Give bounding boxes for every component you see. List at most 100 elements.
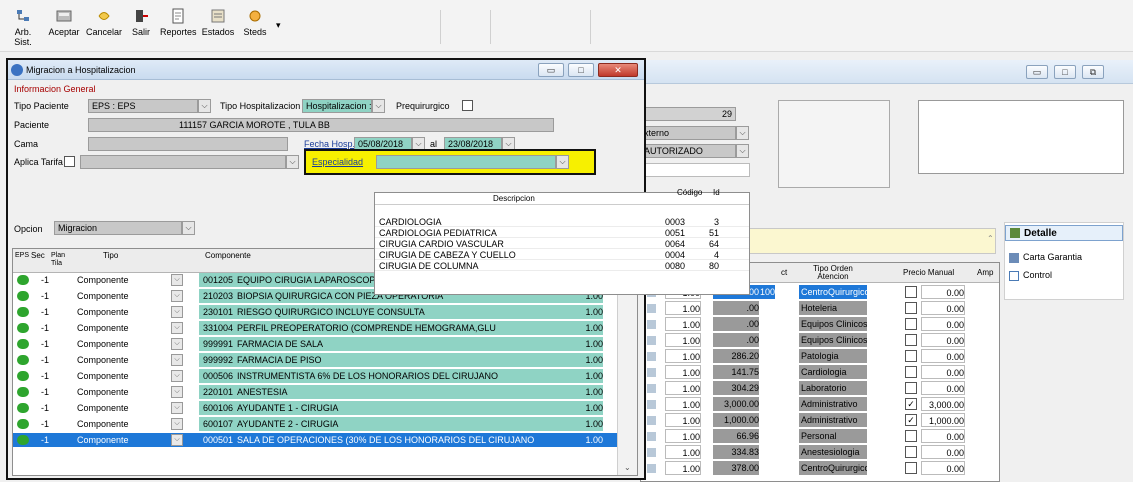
- table-row[interactable]: 1.00 .00 Hoteleria 0.00: [641, 301, 999, 315]
- table-row[interactable]: 1.00 141.75 Cardiologia 0.00: [641, 365, 999, 379]
- chevron-down-icon[interactable]: ⌵: [171, 290, 183, 302]
- detalle-tab[interactable]: Detalle: [1005, 225, 1123, 241]
- componente-cell[interactable]: 230101 RIESGO QUIRURGICO INCLUYE CONSULTA: [199, 305, 573, 319]
- close-button[interactable]: ✕: [598, 63, 638, 77]
- aceptar-button[interactable]: Aceptar: [46, 8, 82, 48]
- chevron-down-icon[interactable]: ⌵: [171, 370, 183, 382]
- table-row[interactable]: 1.00 3,000.00 Administrativo ✓ 3,000.00: [641, 397, 999, 411]
- cancelar-button[interactable]: Cancelar: [86, 8, 122, 48]
- carta-garantia-tab[interactable]: Carta Garantia: [1005, 251, 1123, 265]
- chevron-down-icon[interactable]: ⌵: [171, 418, 183, 430]
- chevron-down-icon[interactable]: ⌵: [372, 99, 385, 113]
- table-row[interactable]: -1 Componente ⌵ 999991 FARMACIA DE SALA 1.00: [13, 337, 617, 351]
- scroll-down-icon[interactable]: ⌄: [624, 463, 631, 472]
- chevron-down-icon[interactable]: ⌵: [556, 155, 569, 169]
- dropdown-item[interactable]: CIRUGIA DE CABEZA Y CUELLO 0004 4: [375, 250, 749, 260]
- componente-cell[interactable]: 000506 INSTRUMENTISTA 6% DE LOS HONORARIO…: [199, 369, 573, 383]
- precio-manual-checkbox[interactable]: [905, 334, 917, 346]
- chevron-down-icon[interactable]: ⌵: [171, 434, 183, 446]
- estados-button[interactable]: Estados: [200, 8, 236, 48]
- control-tab[interactable]: Control: [1005, 269, 1123, 283]
- table-row[interactable]: 1.00 304.29 Laboratorio 0.00: [641, 381, 999, 395]
- bg-yellow-field[interactable]: [740, 228, 996, 254]
- table-row[interactable]: 1.00 378.00 CentroQuirurgico 0.00: [641, 461, 999, 475]
- tipo-hosp-field[interactable]: Hospitalizacion : 2: [302, 99, 372, 113]
- chevron-down-icon[interactable]: ⌵: [171, 322, 183, 334]
- opcion-field[interactable]: Migracion: [54, 221, 182, 235]
- chevron-down-icon[interactable]: ⌵: [171, 274, 183, 286]
- componente-cell[interactable]: 600107 AYUDANTE 2 - CIRUGIA: [199, 417, 573, 431]
- precio-manual-checkbox[interactable]: [905, 366, 917, 378]
- minimize-button[interactable]: ▭: [538, 63, 564, 77]
- tipo-paciente-field[interactable]: EPS : EPS: [88, 99, 198, 113]
- price-cell: 0.00: [921, 381, 965, 395]
- precio-manual-checkbox[interactable]: ✓: [905, 398, 917, 410]
- precio-manual-checkbox[interactable]: [905, 382, 917, 394]
- chevron-down-icon[interactable]: ⌵: [736, 126, 749, 140]
- componente-cell[interactable]: 331004 PERFIL PREOPERATORIO (COMPRENDE HE…: [199, 321, 573, 335]
- chevron-down-icon[interactable]: ⌵: [171, 354, 183, 366]
- precio-manual-checkbox[interactable]: [905, 302, 917, 314]
- dropdown-item[interactable]: CIRUGIA CARDIO VASCULAR 0064 64: [375, 239, 749, 249]
- precio-manual-checkbox[interactable]: [905, 350, 917, 362]
- chevron-down-icon[interactable]: ⌵: [198, 99, 211, 113]
- grid-scrollbar[interactable]: ⌄: [617, 273, 637, 475]
- tipo-orden-cell: CentroQuirurgico: [799, 285, 867, 299]
- precio-manual-checkbox[interactable]: [905, 446, 917, 458]
- chevron-down-icon[interactable]: ⌵: [286, 155, 299, 169]
- chevron-down-icon[interactable]: ⌵: [736, 144, 749, 158]
- prequirurgico-checkbox[interactable]: [462, 100, 473, 111]
- bg-estado-field[interactable]: AUTORIZADO: [640, 144, 736, 158]
- table-row[interactable]: 1.00 66.96 Personal 0.00: [641, 429, 999, 443]
- bg-maximize-button[interactable]: □: [1054, 65, 1076, 79]
- table-row[interactable]: -1 Componente ⌵ 220101 ANESTESIA 1.00: [13, 385, 617, 399]
- componente-cell[interactable]: 000501 SALA DE OPERACIONES (30% DE LOS HO…: [199, 433, 573, 447]
- precio-manual-checkbox[interactable]: ✓: [905, 414, 917, 426]
- table-row[interactable]: -1 Componente ⌵ 000501 SALA DE OPERACIONES (…: [13, 433, 617, 447]
- toolbar-more-icon[interactable]: ▾: [276, 20, 281, 31]
- bg-blank-field[interactable]: [640, 163, 750, 177]
- chevron-down-icon[interactable]: ⌵: [182, 221, 195, 235]
- table-row[interactable]: 1.00 .00 Equipos Clinicos 0.00: [641, 333, 999, 347]
- table-row[interactable]: 1.00 .00 Equipos Clinicos 0.00: [641, 317, 999, 331]
- maximize-button[interactable]: □: [568, 63, 594, 77]
- qty-cell: 1.00: [573, 385, 603, 399]
- dropdown-item[interactable]: CIRUGIA DE COLUMNA 0080 80: [375, 261, 749, 271]
- componente-cell[interactable]: 220101 ANESTESIA: [199, 385, 573, 399]
- table-row[interactable]: -1 Componente ⌵ 999992 FARMACIA DE PISO 1.00: [13, 353, 617, 367]
- precio-manual-checkbox[interactable]: [905, 286, 917, 298]
- cama-field[interactable]: [88, 137, 288, 151]
- chevron-down-icon[interactable]: ⌵: [171, 338, 183, 350]
- especialidad-combo[interactable]: [376, 155, 556, 169]
- dropdown-item[interactable]: CARDIOLOGIA 0003 3: [375, 217, 749, 227]
- table-row[interactable]: -1 Componente ⌵ 000506 INSTRUMENTISTA 6% DE …: [13, 369, 617, 383]
- table-row[interactable]: -1 Componente ⌵ 230101 RIESGO QUIRURGICO INC…: [13, 305, 617, 319]
- table-row[interactable]: 1.00 334.83 Anestesiologia 0.00: [641, 445, 999, 459]
- table-row[interactable]: 1.00 1,000.00 Administrativo ✓ 1,000.00: [641, 413, 999, 427]
- componente-cell[interactable]: 999992 FARMACIA DE PISO: [199, 353, 573, 367]
- bg-externo-field[interactable]: xterno: [640, 126, 736, 140]
- precio-manual-checkbox[interactable]: [905, 430, 917, 442]
- chevron-down-icon[interactable]: ⌵: [171, 402, 183, 414]
- arb-sist-button[interactable]: Arb. Sist.: [6, 8, 40, 48]
- precio-manual-checkbox[interactable]: [905, 462, 917, 474]
- table-row[interactable]: -1 Componente ⌵ 600106 AYUDANTE 1 - CIRUGIA 1…: [13, 401, 617, 415]
- componente-cell[interactable]: 600106 AYUDANTE 1 - CIRUGIA: [199, 401, 573, 415]
- componente-cell[interactable]: 999991 FARMACIA DE SALA: [199, 337, 573, 351]
- chevron-down-icon[interactable]: ⌵: [171, 306, 183, 318]
- table-row[interactable]: -1 Componente ⌵ 331004 PERFIL PREOPERATORIO …: [13, 321, 617, 335]
- aplica-tarifa-checkbox[interactable]: [64, 156, 75, 167]
- table-row[interactable]: 1.00 286.20 Patologia 0.00: [641, 349, 999, 363]
- bg-minimize-button[interactable]: ▭: [1026, 65, 1048, 79]
- steds-button[interactable]: Steds: [240, 8, 270, 48]
- precio-manual-checkbox[interactable]: [905, 318, 917, 330]
- chevron-down-icon[interactable]: ⌵: [171, 386, 183, 398]
- bg-restore-button[interactable]: ⧉: [1082, 65, 1104, 79]
- salir-button[interactable]: Salir: [128, 8, 154, 48]
- tarifa-field[interactable]: [80, 155, 286, 169]
- scroll-arrow-icon[interactable]: ⌃: [987, 234, 994, 243]
- reportes-button[interactable]: Reportes: [160, 8, 197, 48]
- dropdown-item[interactable]: CARDIOLOGIA PEDIATRICA 0051 51: [375, 228, 749, 238]
- bg-notes-box[interactable]: [918, 100, 1124, 174]
- table-row[interactable]: -1 Componente ⌵ 600107 AYUDANTE 2 - CIRUGIA 1…: [13, 417, 617, 431]
